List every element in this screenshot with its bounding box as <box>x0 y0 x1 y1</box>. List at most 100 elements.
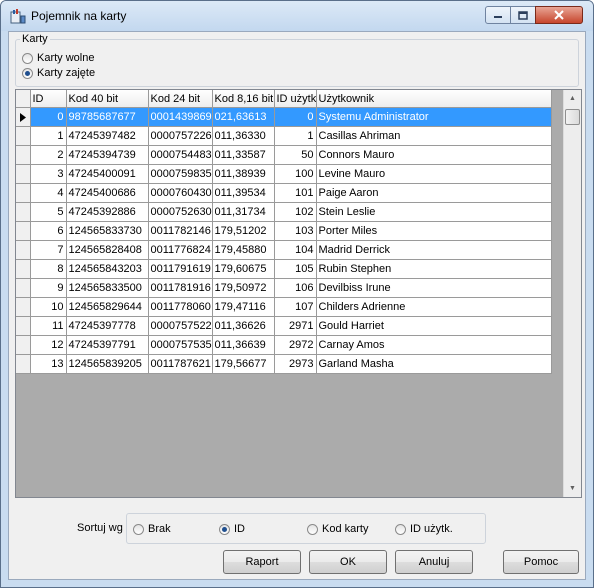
table-row[interactable]: 12 47245397791 0000757535 011,36639 2972 Carn… <box>16 335 552 355</box>
table-cell[interactable]: 106 <box>274 278 317 298</box>
table-cell[interactable]: 104 <box>274 240 317 260</box>
column-header-id[interactable]: ID <box>30 90 67 108</box>
table-row[interactable]: 8 124565843203 0011791619 179,60675 105 Rubin… <box>16 259 552 279</box>
table-cell[interactable]: 0 <box>274 107 317 127</box>
vertical-scrollbar[interactable]: ▲ ▼ <box>563 90 581 497</box>
table-row[interactable]: 4 47245400686 0000760430 011,39534 101 Paige … <box>16 183 552 203</box>
column-header-kod-24-bit[interactable]: Kod 24 bit <box>148 90 213 108</box>
table-cell[interactable]: 5 <box>30 202 67 222</box>
table-cell[interactable]: 0011781916 <box>148 278 213 298</box>
table-cell[interactable]: 107 <box>274 297 317 317</box>
table-cell[interactable]: 179,50972 <box>212 278 275 298</box>
table-cell[interactable]: 2971 <box>274 316 317 336</box>
table-cell[interactable]: 2972 <box>274 335 317 355</box>
table-cell[interactable]: 011,38939 <box>212 164 275 184</box>
row-header-cell[interactable] <box>16 164 31 184</box>
table-cell[interactable]: 105 <box>274 259 317 279</box>
raport-button[interactable]: Raport <box>223 550 301 574</box>
table-cell[interactable]: Garland Masha <box>316 354 552 374</box>
table-cell[interactable]: 8 <box>30 259 67 279</box>
table-cell[interactable]: 0011787621 <box>148 354 213 374</box>
table-cell[interactable]: 47245394739 <box>66 145 149 165</box>
table-cell[interactable]: 124565839205 <box>66 354 149 374</box>
table-cell[interactable]: 1 <box>30 126 67 146</box>
table-cell[interactable]: 102 <box>274 202 317 222</box>
table-cell[interactable]: 12 <box>30 335 67 355</box>
table-cell[interactable]: 179,60675 <box>212 259 275 279</box>
row-header-cell[interactable] <box>16 240 31 260</box>
radio-karty-zajete[interactable]: Karty zajęte <box>22 67 95 79</box>
row-header-cell[interactable] <box>16 259 31 279</box>
table-cell[interactable]: Madrid Derrick <box>316 240 552 260</box>
row-header-cell[interactable] <box>16 335 31 355</box>
table-cell[interactable]: 100 <box>274 164 317 184</box>
table-cell[interactable]: 011,36330 <box>212 126 275 146</box>
table-cell[interactable]: Levine Mauro <box>316 164 552 184</box>
table-row[interactable]: 2 47245394739 0000754483 011,33587 50 Connors… <box>16 145 552 165</box>
column-header-kod-40-bit[interactable]: Kod 40 bit <box>66 90 149 108</box>
radio-sort-id[interactable]: ID <box>219 523 245 535</box>
table-cell[interactable]: 0011776824 <box>148 240 213 260</box>
table-cell[interactable]: 47245392886 <box>66 202 149 222</box>
table-cell[interactable]: 0011791619 <box>148 259 213 279</box>
row-header-cell[interactable] <box>16 278 31 298</box>
table-cell[interactable]: 13 <box>30 354 67 374</box>
column-header-kod-8-16-bit[interactable]: Kod 8,16 bit <box>212 90 275 108</box>
table-cell[interactable]: 0000754483 <box>148 145 213 165</box>
table-cell[interactable]: 2 <box>30 145 67 165</box>
table-row[interactable]: 11 47245397778 0000757522 011,36626 2971 Goul… <box>16 316 552 336</box>
table-cell[interactable]: 124565833730 <box>66 221 149 241</box>
table-cell[interactable]: 0000752630 <box>148 202 213 222</box>
table-cell[interactable]: 0000759835 <box>148 164 213 184</box>
table-cell[interactable]: 47245400686 <box>66 183 149 203</box>
row-header-cell[interactable] <box>16 126 31 146</box>
row-header-cell[interactable] <box>16 221 31 241</box>
table-cell[interactable]: 10 <box>30 297 67 317</box>
row-header-cell[interactable] <box>16 145 31 165</box>
table-row[interactable]: 3 47245400091 0000759835 011,38939 100 Levine… <box>16 164 552 184</box>
row-header-cell[interactable] <box>16 183 31 203</box>
table-cell[interactable]: 124565843203 <box>66 259 149 279</box>
table-cell[interactable]: 011,39534 <box>212 183 275 203</box>
table-cell[interactable]: 47245397791 <box>66 335 149 355</box>
table-cell[interactable]: 0011778060 <box>148 297 213 317</box>
row-header-cell[interactable] <box>16 316 31 336</box>
table-cell[interactable]: 0000757535 <box>148 335 213 355</box>
table-cell[interactable]: 179,56677 <box>212 354 275 374</box>
minimize-button[interactable] <box>485 6 511 24</box>
radio-sort-brak[interactable]: Brak <box>133 523 171 535</box>
table-cell[interactable]: 1 <box>274 126 317 146</box>
table-cell[interactable]: Devilbiss Irune <box>316 278 552 298</box>
table-cell[interactable]: 3 <box>30 164 67 184</box>
table-cell[interactable]: 47245397778 <box>66 316 149 336</box>
table-cell[interactable]: 011,31734 <box>212 202 275 222</box>
table-cell[interactable]: 0001439869 <box>148 107 213 127</box>
column-header-uzytkownik[interactable]: Użytkownik <box>316 90 552 108</box>
radio-karty-wolne[interactable]: Karty wolne <box>22 52 94 64</box>
scroll-down-button[interactable]: ▼ <box>564 480 581 497</box>
table-cell[interactable]: 179,45880 <box>212 240 275 260</box>
table-cell[interactable]: 124565833500 <box>66 278 149 298</box>
table-cell[interactable]: 021,63613 <box>212 107 275 127</box>
ok-button[interactable]: OK <box>309 550 387 574</box>
table-cell[interactable]: 011,33587 <box>212 145 275 165</box>
title-bar[interactable]: Pojemnik na karty <box>1 1 593 31</box>
row-header-cell[interactable] <box>16 297 31 317</box>
column-header-id-uzytk[interactable]: ID użytk <box>274 90 317 108</box>
table-cell[interactable]: Casillas Ahriman <box>316 126 552 146</box>
scroll-up-button[interactable]: ▲ <box>564 90 581 107</box>
table-cell[interactable]: 179,51202 <box>212 221 275 241</box>
table-row[interactable]: 10 124565829644 0011778060 179,47116 107 Chil… <box>16 297 552 317</box>
table-cell[interactable]: 103 <box>274 221 317 241</box>
table-cell[interactable]: Connors Mauro <box>316 145 552 165</box>
table-cell[interactable]: 98785687677 <box>66 107 149 127</box>
table-cell[interactable]: Porter Miles <box>316 221 552 241</box>
cards-grid[interactable]: ID Kod 40 bit Kod 24 bit Kod 8,16 bit ID… <box>15 89 582 498</box>
table-row[interactable]: 0 98785687677 0001439869 021,63613 0 Systemu … <box>16 107 552 127</box>
table-cell[interactable]: 9 <box>30 278 67 298</box>
table-cell[interactable]: Gould Harriet <box>316 316 552 336</box>
table-cell[interactable]: 124565829644 <box>66 297 149 317</box>
row-header-cell[interactable] <box>16 107 31 127</box>
table-cell[interactable]: 11 <box>30 316 67 336</box>
table-cell[interactable]: Rubin Stephen <box>316 259 552 279</box>
